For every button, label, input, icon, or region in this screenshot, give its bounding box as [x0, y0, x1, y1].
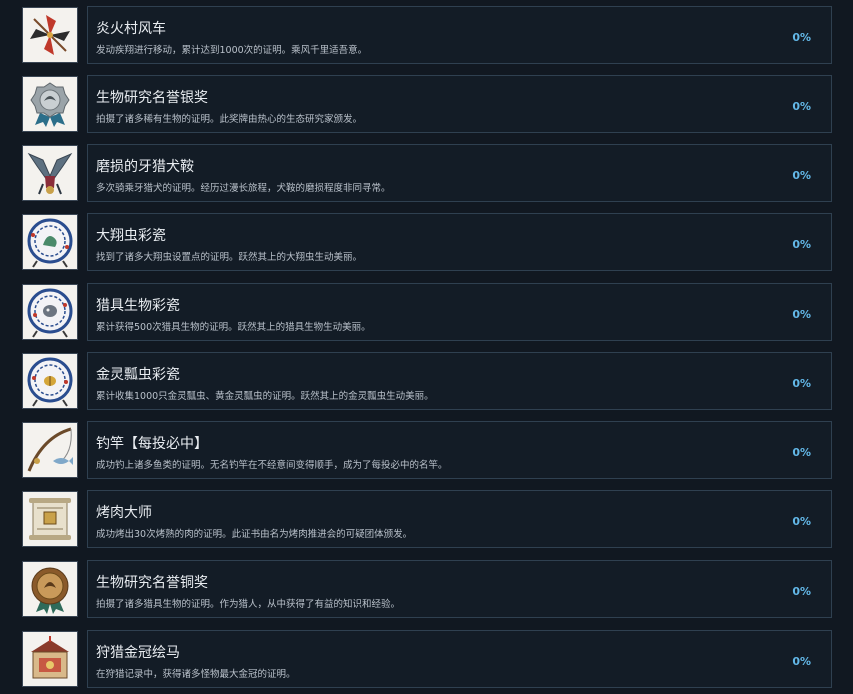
ema-plaque-icon: [22, 631, 78, 687]
achievement-card: 钓竿【每投必中】 成功钓上诸多鱼类的证明。无名钓竿在不经意间变得顺手，成为了每投…: [87, 421, 832, 479]
unlock-percentage: 0%: [792, 169, 811, 182]
achievement-row[interactable]: 炎火村风车 发动疾翔进行移动，累计达到1000次的证明。乘风千里适吾意。 0%: [0, 6, 853, 66]
achievement-card: 狩猎金冠绘马 在狩猎记录中，获得诸多怪物最大金冠的证明。 0%: [87, 630, 832, 688]
unlock-percentage: 0%: [792, 100, 811, 113]
unlock-percentage: 0%: [792, 377, 811, 390]
achievement-description: 多次骑乘牙猎犬的证明。经历过漫长旅程，犬鞍的磨损程度非同寻常。: [96, 183, 391, 194]
bronze-medal-icon: [22, 561, 78, 617]
unlock-percentage: 0%: [792, 585, 811, 598]
achievement-description: 成功钓上诸多鱼类的证明。无名钓竿在不经意间变得顺手，成为了每投必中的名竿。: [96, 460, 448, 471]
achievement-title: 磨损的牙猎犬鞍: [96, 159, 194, 175]
achievement-title: 金灵瓢虫彩瓷: [96, 367, 180, 383]
achievement-title: 炎火村风车: [96, 21, 166, 37]
saddle-icon: [22, 145, 78, 201]
achievement-title: 猎具生物彩瓷: [96, 298, 180, 314]
unlock-percentage: 0%: [792, 31, 811, 44]
fishing-rod-icon: [22, 422, 78, 478]
achievement-row[interactable]: 猎具生物彩瓷 累计获得500次猎具生物的证明。跃然其上的猎具生物生动美丽。 0%: [0, 283, 853, 343]
achievement-row[interactable]: 磨损的牙猎犬鞍 多次骑乘牙猎犬的证明。经历过漫长旅程，犬鞍的磨损程度非同寻常。 …: [0, 144, 853, 204]
unlock-percentage: 0%: [792, 655, 811, 668]
achievement-row[interactable]: 金灵瓢虫彩瓷 累计收集1000只金灵瓢虫、黄金灵瓢虫的证明。跃然其上的金灵瓢虫生…: [0, 352, 853, 412]
achievement-row[interactable]: 烤肉大师 成功烤出30次烤熟的肉的证明。此证书由名为烤肉推进会的可疑团体颁发。 …: [0, 490, 853, 550]
achievement-card: 金灵瓢虫彩瓷 累计收集1000只金灵瓢虫、黄金灵瓢虫的证明。跃然其上的金灵瓢虫生…: [87, 352, 832, 410]
achievement-description: 拍摄了诸多稀有生物的证明。此奖牌由热心的生态研究家颁发。: [96, 114, 363, 125]
unlock-percentage: 0%: [792, 238, 811, 251]
pinwheel-icon: [22, 7, 78, 63]
achievement-card: 生物研究名誉银奖 拍摄了诸多稀有生物的证明。此奖牌由热心的生态研究家颁发。 0%: [87, 75, 832, 133]
achievement-description: 累计获得500次猎具生物的证明。跃然其上的猎具生物生动美丽。: [96, 322, 371, 333]
achievement-description: 在狩猎记录中，获得诸多怪物最大金冠的证明。: [96, 669, 296, 680]
achievement-row[interactable]: 狩猎金冠绘马 在狩猎记录中，获得诸多怪物最大金冠的证明。 0%: [0, 630, 853, 690]
certificate-scroll-icon: [22, 491, 78, 547]
achievement-row[interactable]: 生物研究名誉铜奖 拍摄了诸多猎具生物的证明。作为猎人，从中获得了有益的知识和经验…: [0, 560, 853, 620]
achievement-card: 生物研究名誉铜奖 拍摄了诸多猎具生物的证明。作为猎人，从中获得了有益的知识和经验…: [87, 560, 832, 618]
unlock-percentage: 0%: [792, 515, 811, 528]
achievement-card: 猎具生物彩瓷 累计获得500次猎具生物的证明。跃然其上的猎具生物生动美丽。 0%: [87, 283, 832, 341]
achievement-description: 成功烤出30次烤熟的肉的证明。此证书由名为烤肉推进会的可疑团体颁发。: [96, 529, 413, 540]
achievement-list: 炎火村风车 发动疾翔进行移动，累计达到1000次的证明。乘风千里适吾意。 0% …: [0, 0, 853, 694]
porcelain-plate-icon: [22, 214, 78, 270]
achievement-card: 炎火村风车 发动疾翔进行移动，累计达到1000次的证明。乘风千里适吾意。 0%: [87, 6, 832, 64]
achievement-card: 磨损的牙猎犬鞍 多次骑乘牙猎犬的证明。经历过漫长旅程，犬鞍的磨损程度非同寻常。 …: [87, 144, 832, 202]
achievement-description: 拍摄了诸多猎具生物的证明。作为猎人，从中获得了有益的知识和经验。: [96, 599, 401, 610]
achievement-title: 烤肉大师: [96, 505, 152, 521]
silver-medal-icon: [22, 76, 78, 132]
achievement-card: 大翔虫彩瓷 找到了诸多大翔虫设置点的证明。跃然其上的大翔虫生动美丽。 0%: [87, 213, 832, 271]
achievement-title: 钓竿【每投必中】: [96, 436, 208, 452]
achievement-title: 生物研究名誉铜奖: [96, 575, 208, 591]
porcelain-plate-icon: [22, 353, 78, 409]
porcelain-plate-icon: [22, 284, 78, 340]
achievement-row[interactable]: 生物研究名誉银奖 拍摄了诸多稀有生物的证明。此奖牌由热心的生态研究家颁发。 0%: [0, 75, 853, 135]
achievement-description: 找到了诸多大翔虫设置点的证明。跃然其上的大翔虫生动美丽。: [96, 252, 363, 263]
achievement-title: 大翔虫彩瓷: [96, 228, 166, 244]
achievement-description: 累计收集1000只金灵瓢虫、黄金灵瓢虫的证明。跃然其上的金灵瓢虫生动美丽。: [96, 391, 434, 402]
achievement-title: 生物研究名誉银奖: [96, 90, 208, 106]
achievement-row[interactable]: 钓竿【每投必中】 成功钓上诸多鱼类的证明。无名钓竿在不经意间变得顺手，成为了每投…: [0, 421, 853, 481]
achievement-row[interactable]: 大翔虫彩瓷 找到了诸多大翔虫设置点的证明。跃然其上的大翔虫生动美丽。 0%: [0, 213, 853, 273]
achievement-title: 狩猎金冠绘马: [96, 645, 180, 661]
achievement-description: 发动疾翔进行移动，累计达到1000次的证明。乘风千里适吾意。: [96, 45, 368, 56]
unlock-percentage: 0%: [792, 308, 811, 321]
unlock-percentage: 0%: [792, 446, 811, 459]
achievement-card: 烤肉大师 成功烤出30次烤熟的肉的证明。此证书由名为烤肉推进会的可疑团体颁发。 …: [87, 490, 832, 548]
